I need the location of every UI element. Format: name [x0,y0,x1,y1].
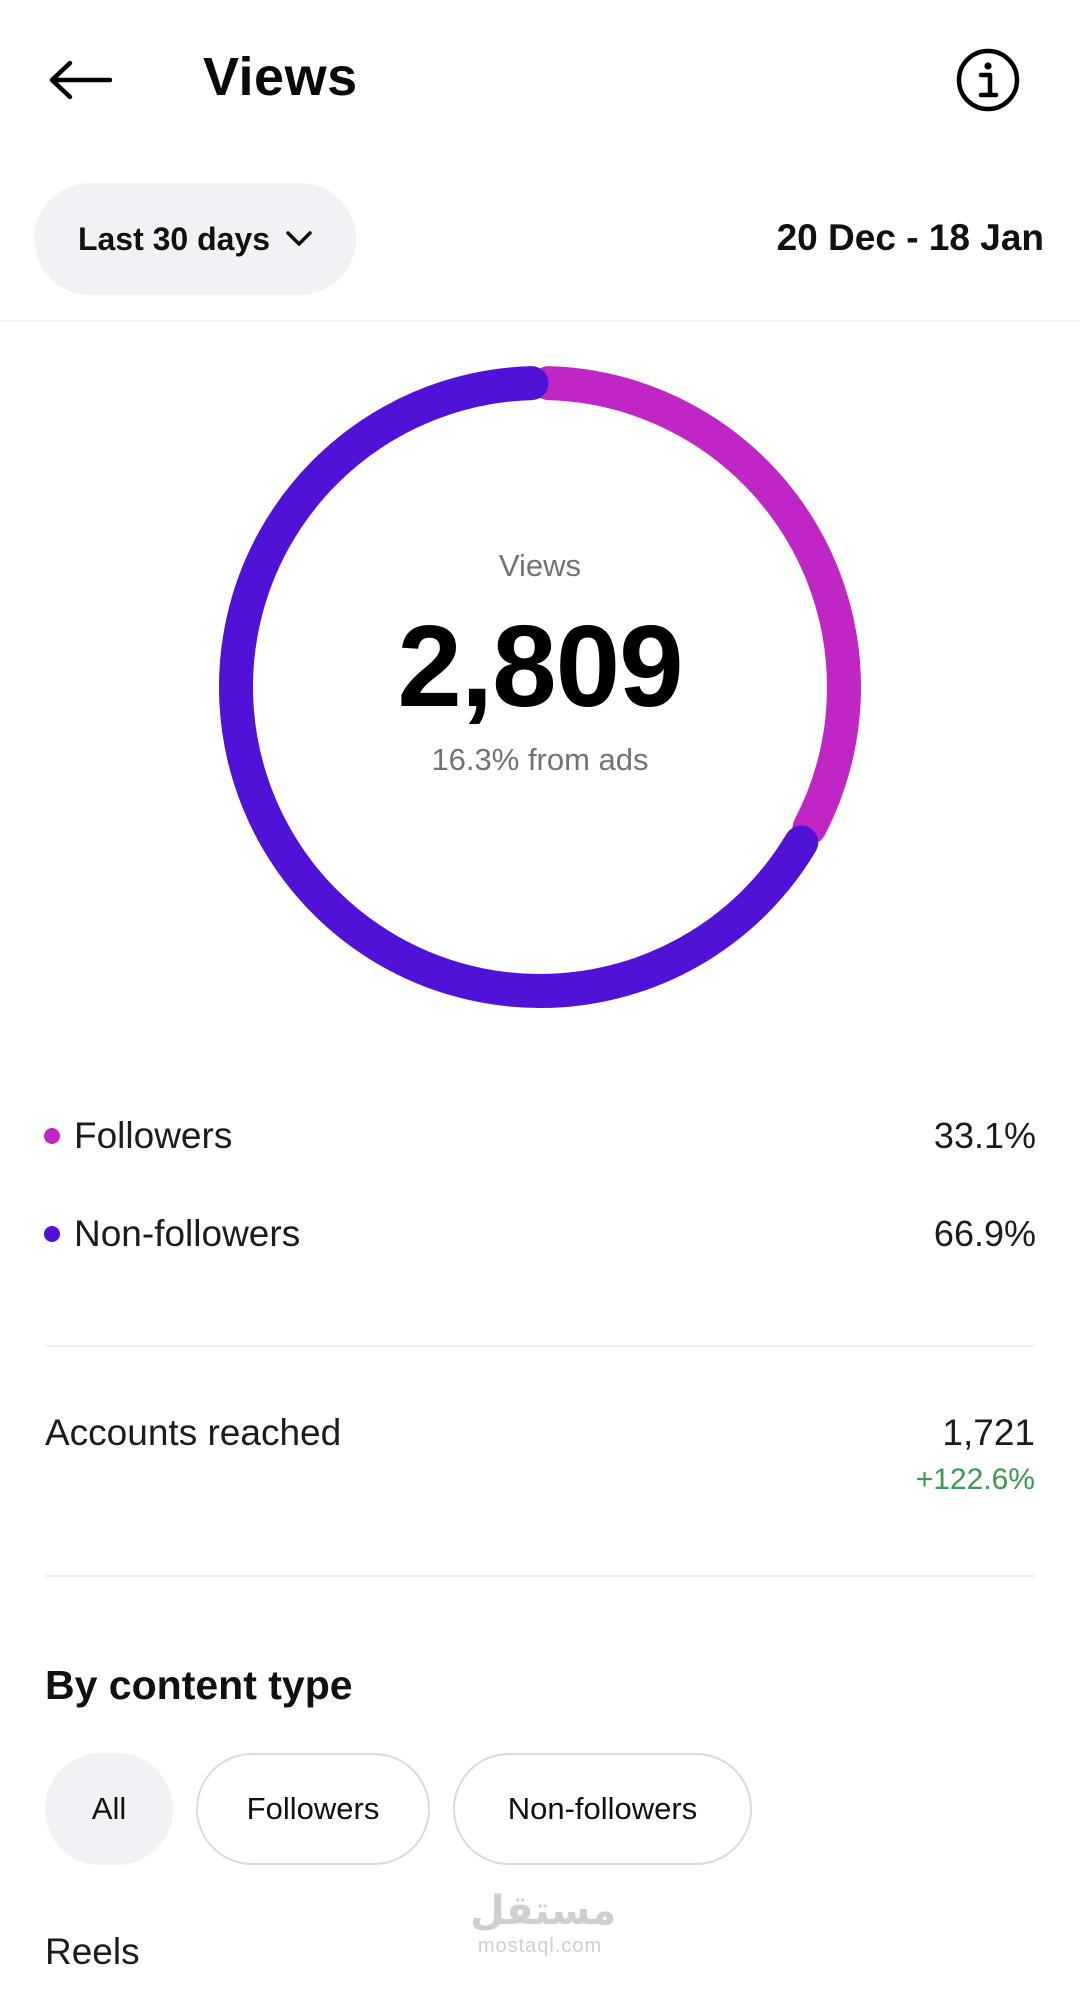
views-total: 2,809 [397,601,683,731]
divider [45,1575,1035,1577]
non-followers-dot [44,1226,60,1242]
legend-label: Non-followers [74,1213,301,1254]
chevron-down-icon [286,231,312,246]
period-dropdown[interactable]: Last 30 days [34,183,356,295]
divider [45,1345,1035,1347]
legend-item-followers: Followers 33.1% [44,1108,1036,1164]
date-range: 20 Dec - 18 Jan [776,217,1044,258]
chip-followers[interactable]: Followers [196,1753,430,1865]
views-label: Views [498,548,582,583]
chip-all[interactable]: All [45,1753,173,1865]
back-button[interactable] [40,45,120,115]
watermark-arabic: مستقل [470,1888,617,1934]
info-icon [956,48,1020,112]
chip-label: All [91,1791,127,1826]
arrow-left-icon [49,60,112,100]
top-bar: Views [0,0,1080,160]
divider [0,320,1080,322]
chip-label: Followers [246,1791,380,1826]
watermark: مستقل mostaql.com [470,1888,617,1958]
legend-value: 66.9% [933,1213,1036,1254]
chip-non-followers[interactable]: Non-followers [453,1753,752,1865]
info-button[interactable] [952,44,1024,116]
page-title: Views [203,47,358,107]
accounts-reached-change: +122.6% [915,1463,1035,1496]
period-dropdown-label: Last 30 days [77,220,271,257]
accounts-reached-value: 1,721 [942,1412,1035,1453]
legend-item-non-followers: Non-followers 66.9% [44,1206,1036,1262]
followers-dot [44,1128,60,1144]
watermark-latin: mostaql.com [477,1935,603,1957]
legend-label: Followers [74,1115,233,1156]
legend-value: 33.1% [933,1115,1036,1156]
ads-share: 16.3% from ads [431,742,649,777]
chip-label: Non-followers [507,1791,698,1826]
reels-row-label: Reels [45,1931,140,1972]
section-title: By content type [45,1662,353,1708]
accounts-reached-label: Accounts reached [45,1412,342,1453]
